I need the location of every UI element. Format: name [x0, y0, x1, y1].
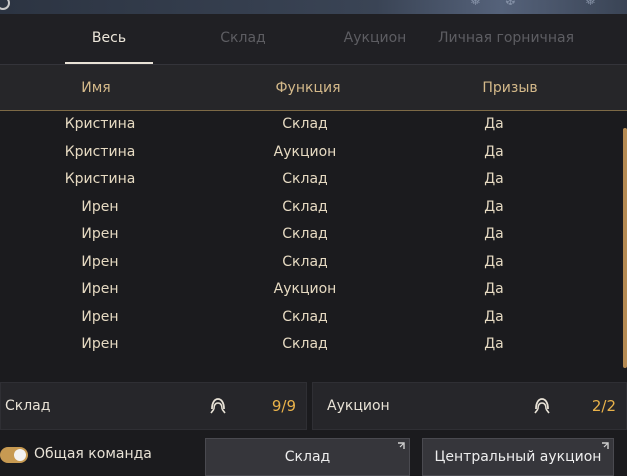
- expand-corner-icon: [398, 442, 405, 449]
- snowflake-icon: ❅: [585, 0, 596, 9]
- row-name: Кристина: [64, 116, 136, 132]
- window-top-decoration: ❅ ❆ ❅: [0, 0, 627, 14]
- table-row[interactable]: Кристина Склад Да: [0, 167, 627, 195]
- row-function: Аукцион: [273, 281, 337, 297]
- auction-summary-count: 2/2: [591, 397, 616, 415]
- row-summon: Да: [484, 253, 504, 270]
- search-handle-icon: [0, 0, 10, 10]
- column-header-name: Имя: [81, 80, 111, 96]
- storage-summary-label: Склад: [5, 398, 51, 414]
- row-summon: Да: [484, 116, 504, 132]
- table-row[interactable]: Ирен Склад Да: [0, 305, 627, 333]
- row-function: Склад: [282, 336, 328, 352]
- row-function: Склад: [282, 253, 328, 270]
- auction-summary-label: Аукцион: [327, 398, 390, 414]
- row-function: Склад: [282, 226, 328, 242]
- list-scrollbar[interactable]: [623, 128, 627, 368]
- row-summon: Да: [484, 143, 504, 160]
- row-name: Ирен: [81, 198, 119, 215]
- row-function: Склад: [282, 308, 328, 325]
- row-name: Ирен: [81, 336, 119, 352]
- storage-button[interactable]: Склад: [205, 438, 410, 476]
- row-name: Ирен: [81, 308, 119, 325]
- table-row[interactable]: Кристина Аукцион Да: [0, 140, 627, 168]
- table-row[interactable]: Ирен Склад Да: [0, 195, 627, 223]
- snowflake-icon: ❆: [505, 0, 516, 9]
- row-name: Ирен: [81, 281, 119, 297]
- maid-icon: [534, 398, 550, 414]
- common-team-label: Общая команда: [34, 446, 152, 462]
- table-row[interactable]: Кристина Склад Да: [0, 112, 627, 140]
- row-summon: Да: [484, 226, 504, 242]
- row-function: Аукцион: [273, 143, 337, 160]
- row-name: Ирен: [81, 226, 119, 242]
- tab-storage[interactable]: Склад: [212, 14, 274, 64]
- toggle-knob: [14, 449, 26, 461]
- row-function: Склад: [282, 171, 328, 187]
- tab-all-list[interactable]: Весь список: [65, 14, 153, 94]
- table-header: Имя Функция Призыв: [0, 65, 627, 111]
- row-name: Кристина: [64, 143, 136, 160]
- row-name: Кристина: [64, 171, 136, 187]
- row-summon: Да: [484, 281, 504, 297]
- row-summon: Да: [484, 308, 504, 325]
- common-team-toggle[interactable]: [0, 447, 28, 463]
- column-header-function: Функция: [275, 80, 341, 96]
- storage-button-label: Склад: [284, 449, 331, 465]
- tab-bar: Весь список Склад Аукцион Личная горничн…: [0, 14, 627, 94]
- table-row[interactable]: Ирен Аукцион Да: [0, 277, 627, 305]
- row-summon: Да: [484, 171, 504, 187]
- maid-list: Кристина Склад Да Кристина Аукцион Да Кр…: [0, 112, 627, 374]
- row-function: Склад: [282, 198, 328, 215]
- row-function: Склад: [282, 116, 328, 132]
- maid-icon: [210, 398, 226, 414]
- storage-summary: Склад 9/9: [0, 382, 307, 430]
- auction-summary: Аукцион 2/2: [312, 382, 627, 430]
- table-row[interactable]: Ирен Склад Да: [0, 250, 627, 278]
- table-row[interactable]: Ирен Склад Да: [0, 222, 627, 250]
- row-summon: Да: [484, 198, 504, 215]
- storage-summary-count: 9/9: [271, 397, 296, 415]
- central-auction-button-label: Центральный аукцион: [434, 449, 602, 465]
- table-row[interactable]: Ирен Склад Да: [0, 332, 627, 360]
- expand-corner-icon: [602, 442, 609, 449]
- row-name: Ирен: [81, 253, 119, 270]
- row-summon: Да: [484, 336, 504, 352]
- central-auction-button[interactable]: Центральный аукцион: [422, 438, 614, 476]
- tab-personal-maid[interactable]: Личная горничная: [438, 14, 574, 64]
- tab-auction[interactable]: Аукцион: [335, 14, 415, 64]
- column-header-summon: Призыв: [482, 80, 538, 96]
- snowflake-icon: ❅: [470, 0, 481, 9]
